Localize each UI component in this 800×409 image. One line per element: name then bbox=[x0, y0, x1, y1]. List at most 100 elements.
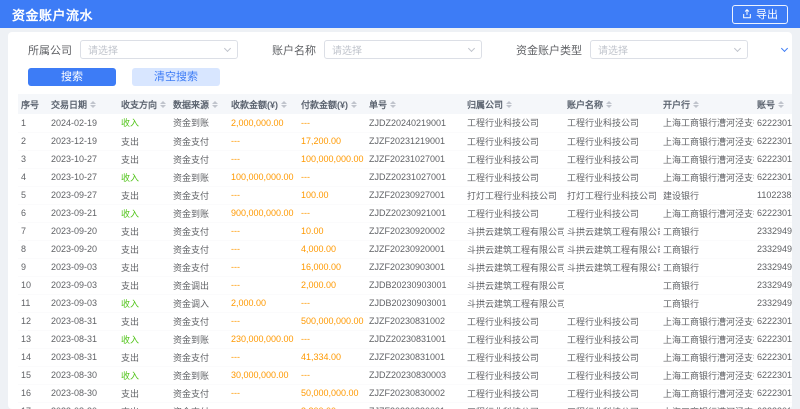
cell-date: 2023-09-21 bbox=[48, 204, 118, 222]
sort-icon[interactable] bbox=[212, 101, 218, 108]
cell-index: 16 bbox=[18, 384, 48, 402]
cell-bank: 上海工商银行漕河泾支行 bbox=[660, 168, 754, 186]
account-name-select[interactable]: 请选择 bbox=[324, 40, 482, 59]
sort-icon[interactable] bbox=[693, 101, 699, 108]
cell-index: 12 bbox=[18, 312, 48, 330]
column-header-order_no[interactable]: 单号 bbox=[366, 94, 464, 114]
cell-order_no: ZJDZ20230921001 bbox=[366, 204, 464, 222]
column-header-company[interactable]: 归属公司 bbox=[464, 94, 564, 114]
column-header-direction[interactable]: 收支方向 bbox=[118, 94, 170, 114]
column-label: 账户名称 bbox=[567, 98, 603, 111]
column-header-bank[interactable]: 开户行 bbox=[660, 94, 754, 114]
column-header-source[interactable]: 数据来源 bbox=[170, 94, 228, 114]
column-header-date[interactable]: 交易日期 bbox=[48, 94, 118, 114]
cell-order_no: ZJZF20230830002 bbox=[366, 384, 464, 402]
cell-account_no: 23329499 bbox=[754, 294, 792, 312]
cell-company: 工程行业科技公司 bbox=[464, 348, 564, 366]
sort-icon[interactable] bbox=[506, 101, 512, 108]
cell-account_name: 工程行业科技公司 bbox=[564, 132, 660, 150]
table-row[interactable]: 132023-08-31收入资金到账230,000,000.00---ZJDZ2… bbox=[18, 330, 792, 348]
cell-direction: 收入 bbox=[118, 330, 170, 348]
cell-company: 斗拱云建筑工程有限公司 bbox=[464, 258, 564, 276]
cell-account_name: 工程行业科技公司 bbox=[564, 366, 660, 384]
cell-account_no: 62223011 bbox=[754, 384, 792, 402]
table-row[interactable]: 62023-09-21收入资金到账900,000,000.00---ZJDZ20… bbox=[18, 204, 792, 222]
sort-icon[interactable] bbox=[281, 101, 287, 108]
table-row[interactable]: 92023-09-03支出资金支付---16,000.00ZJZF2023090… bbox=[18, 258, 792, 276]
column-header-payment[interactable]: 付款金额(¥) bbox=[298, 94, 366, 114]
cell-date: 2023-08-30 bbox=[48, 402, 118, 409]
column-label: 交易日期 bbox=[51, 98, 87, 111]
cell-account_name: 工程行业科技公司 bbox=[564, 114, 660, 132]
table-row[interactable]: 42023-10-27收入资金到账100,000,000.00---ZJDZ20… bbox=[18, 168, 792, 186]
cell-account_name: 工程行业科技公司 bbox=[564, 150, 660, 168]
cell-company: 斗拱云建筑工程有限公司 bbox=[464, 222, 564, 240]
table-row[interactable]: 32023-10-27支出资金支付---100,000,000.00ZJZF20… bbox=[18, 150, 792, 168]
table-row[interactable]: 172023-08-30支出资金支付---3,300.00ZJZF2023083… bbox=[18, 402, 792, 409]
clear-search-button[interactable]: 清空搜索 bbox=[132, 68, 220, 86]
cell-order_no: ZJZF20231219001 bbox=[366, 132, 464, 150]
cell-receipt: --- bbox=[228, 132, 298, 150]
table-row[interactable]: 22023-12-19支出资金支付---17,200.00ZJZF2023121… bbox=[18, 132, 792, 150]
table-row[interactable]: 82023-09-20支出资金支付---4,000.00ZJZF20230920… bbox=[18, 240, 792, 258]
sort-icon[interactable] bbox=[778, 101, 784, 108]
sort-icon[interactable] bbox=[160, 101, 166, 108]
cell-bank: 上海工商银行漕河泾支行 bbox=[660, 132, 754, 150]
cell-date: 2023-08-30 bbox=[48, 384, 118, 402]
cell-order_no: ZJZF20230920001 bbox=[366, 240, 464, 258]
column-label: 付款金额(¥) bbox=[301, 98, 348, 111]
sort-icon[interactable] bbox=[351, 101, 357, 108]
cell-source: 资金支付 bbox=[170, 240, 228, 258]
column-header-account_name[interactable]: 账户名称 bbox=[564, 94, 660, 114]
table-row[interactable]: 102023-09-03支出资金调出---2,000.00ZJDB2023090… bbox=[18, 276, 792, 294]
cell-source: 资金支付 bbox=[170, 132, 228, 150]
cell-direction: 支出 bbox=[118, 240, 170, 258]
search-button[interactable]: 搜索 bbox=[28, 68, 116, 86]
table-row[interactable]: 162023-08-30支出资金支付---50,000,000.00ZJZF20… bbox=[18, 384, 792, 402]
column-label: 序号 bbox=[21, 98, 39, 111]
table-row[interactable]: 12024-02-19收入资金到账2,000,000.00---ZJDZ2024… bbox=[18, 114, 792, 132]
cell-bank: 上海工商银行漕河泾支行 bbox=[660, 312, 754, 330]
cell-receipt: --- bbox=[228, 402, 298, 409]
cell-bank: 工商银行 bbox=[660, 222, 754, 240]
cell-direction: 收入 bbox=[118, 114, 170, 132]
cell-company: 工程行业科技公司 bbox=[464, 384, 564, 402]
sort-icon[interactable] bbox=[390, 101, 396, 108]
cell-index: 1 bbox=[18, 114, 48, 132]
cell-payment: 500,000,000.00 bbox=[298, 312, 366, 330]
cell-company: 工程行业科技公司 bbox=[464, 330, 564, 348]
account-type-select[interactable]: 请选择 bbox=[590, 40, 748, 59]
table-row[interactable]: 152023-08-30收入资金到账30,000,000.00---ZJDZ20… bbox=[18, 366, 792, 384]
sort-icon[interactable] bbox=[90, 101, 96, 108]
chevron-down-icon bbox=[224, 44, 231, 51]
cell-company: 斗拱云建筑工程有限公司 bbox=[464, 240, 564, 258]
cell-company: 工程行业科技公司 bbox=[464, 402, 564, 409]
cell-index: 8 bbox=[18, 240, 48, 258]
expand-filters-link[interactable]: 展开筛选 bbox=[782, 42, 792, 58]
cell-company: 斗拱云建筑工程有限公司 bbox=[464, 294, 564, 312]
column-label: 账号 bbox=[757, 98, 775, 111]
table-row[interactable]: 122023-08-31支出资金支付---500,000,000.00ZJZF2… bbox=[18, 312, 792, 330]
cell-account_no: 62223011 bbox=[754, 204, 792, 222]
export-button[interactable]: 导出 bbox=[732, 5, 788, 24]
account-type-select-placeholder: 请选择 bbox=[598, 42, 628, 57]
cell-source: 资金到账 bbox=[170, 168, 228, 186]
cell-order_no: ZJDZ20230830003 bbox=[366, 366, 464, 384]
company-select[interactable]: 请选择 bbox=[80, 40, 238, 59]
table-row[interactable]: 72023-09-20支出资金支付---10.00ZJZF20230920002… bbox=[18, 222, 792, 240]
cell-source: 资金到账 bbox=[170, 366, 228, 384]
account-name-select-placeholder: 请选择 bbox=[332, 42, 362, 57]
table-row[interactable]: 112023-09-03收入资金调入2,000.00---ZJDB2023090… bbox=[18, 294, 792, 312]
column-header-receipt[interactable]: 收款金额(¥) bbox=[228, 94, 298, 114]
cell-account_no: 62223011 bbox=[754, 330, 792, 348]
table-row[interactable]: 142023-08-31支出资金支付---41,334.00ZJZF202308… bbox=[18, 348, 792, 366]
cell-index: 9 bbox=[18, 258, 48, 276]
column-header-account_no[interactable]: 账号 bbox=[754, 94, 792, 114]
table-row[interactable]: 52023-09-27支出资金支付---100.00ZJZF2023092700… bbox=[18, 186, 792, 204]
sort-icon[interactable] bbox=[606, 101, 612, 108]
filter-account-type: 资金账户类型 请选择 bbox=[516, 40, 748, 59]
cell-account_no: 23329499 bbox=[754, 240, 792, 258]
cell-bank: 上海工商银行漕河泾支行 bbox=[660, 366, 754, 384]
cell-bank: 上海工商银行漕河泾支行 bbox=[660, 330, 754, 348]
cell-receipt: --- bbox=[228, 348, 298, 366]
